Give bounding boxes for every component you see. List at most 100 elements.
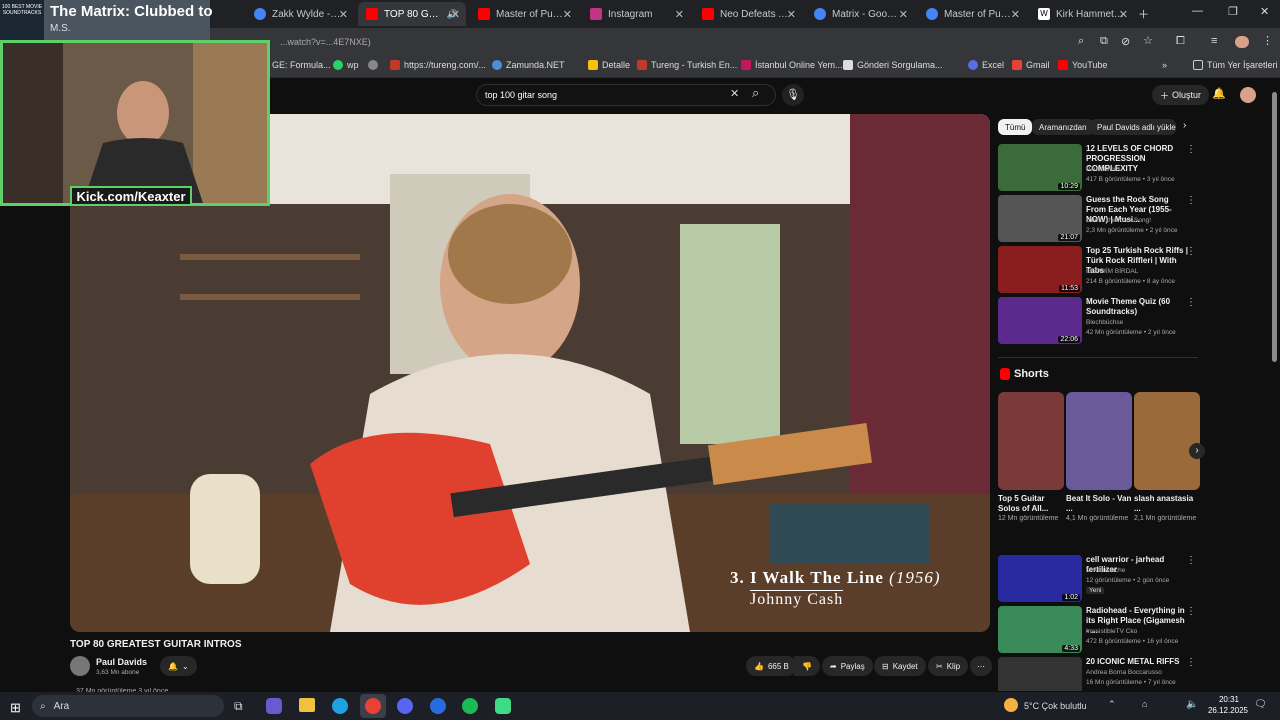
clear-search-icon[interactable]: ✕: [730, 87, 739, 100]
close-icon[interactable]: ✕: [675, 8, 684, 21]
recommendation-item[interactable]: 4:33 Radiohead - Everything in its Right…: [998, 606, 1198, 654]
chevron-right-icon[interactable]: »: [1162, 60, 1167, 70]
more-options-icon[interactable]: ⋮: [1186, 606, 1196, 617]
windows-start-icon[interactable]: ⊞: [10, 700, 21, 716]
menu-lines-icon[interactable]: ≡: [1211, 35, 1217, 47]
avatar[interactable]: [1240, 87, 1256, 103]
kebab-menu-icon[interactable]: ⋮: [1262, 34, 1273, 47]
channel-name[interactable]: Paul Davids: [96, 657, 147, 667]
create-button[interactable]: ＋ Oluştur: [1152, 85, 1210, 105]
bookmark[interactable]: GE: Formula...: [272, 60, 331, 70]
eye-off-icon[interactable]: ⊘: [1121, 35, 1130, 48]
microphone-icon[interactable]: 🎙: [782, 84, 804, 106]
search-icon[interactable]: ⌕: [752, 85, 759, 101]
browser-tab-active[interactable]: TOP 80 GREA🔊✕: [358, 2, 466, 26]
bookmark[interactable]: wp: [333, 60, 359, 70]
subscribed-bell-button[interactable]: 🔔 ⌄: [160, 656, 197, 676]
extensions-icon[interactable]: ⧠: [1176, 35, 1185, 48]
share-button[interactable]: ➦ Paylaş: [822, 656, 873, 676]
new-tab-icon[interactable]: ＋: [1138, 6, 1149, 22]
bookmark[interactable]: Detalle: [588, 60, 630, 70]
more-options-icon[interactable]: ⋮: [1186, 555, 1196, 566]
recommendation-item[interactable]: 10:29 12 LEVELS OF CHORD PROGRESSION COM…: [998, 144, 1198, 192]
url-field[interactable]: ...watch?v=...4E7NXE): [280, 37, 371, 47]
chip-from-search[interactable]: Aramanızdan: [1032, 119, 1094, 135]
bookmark[interactable]: Zamunda.NET: [492, 60, 565, 70]
file-explorer-icon[interactable]: [299, 698, 315, 712]
all-bookmarks[interactable]: Tüm Yer İşaretleri: [1193, 60, 1278, 70]
chip-all[interactable]: Tümü: [998, 119, 1033, 135]
short-item[interactable]: Beat It Solo - Van ... 4,1 Mn görüntülem…: [1066, 392, 1132, 522]
next-arrow-icon[interactable]: ›: [1189, 443, 1205, 459]
more-actions-button[interactable]: ⋯: [970, 656, 992, 676]
star-icon[interactable]: ☆: [1143, 34, 1153, 47]
more-options-icon[interactable]: ⋮: [1186, 657, 1196, 668]
scrollbar-thumb[interactable]: [1272, 92, 1277, 362]
minimize-icon[interactable]: —: [1192, 5, 1203, 17]
app-icon[interactable]: [495, 698, 511, 714]
maximize-icon[interactable]: ❐: [1228, 5, 1238, 18]
save-button[interactable]: ⊟ Kaydet: [874, 656, 926, 676]
zoom-icon[interactable]: ⌕: [1078, 35, 1084, 48]
discord-icon[interactable]: [397, 698, 413, 714]
bookmark[interactable]: İstanbul Online Yem...: [741, 60, 843, 70]
app-icon[interactable]: [430, 698, 446, 714]
short-item[interactable]: Top 5 Guitar Solos of All... 12 Mn görün…: [998, 392, 1064, 522]
edge-icon[interactable]: [332, 698, 348, 714]
bell-icon[interactable]: 🔔: [1212, 87, 1226, 100]
close-icon[interactable]: ✕: [1119, 8, 1128, 21]
close-icon[interactable]: ✕: [563, 8, 572, 21]
bookmark[interactable]: Gönderi Sorgulama...: [843, 60, 943, 70]
weather-text[interactable]: 5°C Çok bulutlu: [1024, 701, 1087, 711]
chevron-right-icon[interactable]: ›: [1183, 120, 1186, 131]
bookmark[interactable]: Excel: [968, 60, 1004, 70]
bookmark[interactable]: Tureng - Turkish En...: [637, 60, 737, 70]
copilot-icon[interactable]: [266, 698, 282, 714]
bookmark[interactable]: YouTube: [1058, 60, 1107, 70]
bookmark[interactable]: Gmail: [1012, 60, 1050, 70]
notification-icon[interactable]: 🗨: [1254, 699, 1267, 710]
browser-tab[interactable]: Zakk Wylde - Goo✕: [246, 2, 354, 26]
close-icon[interactable]: ✕: [899, 8, 908, 21]
recommendation-item[interactable]: 1:02 cell warrior - jarhead fertilizer M…: [998, 555, 1198, 603]
channel-avatar[interactable]: [70, 656, 90, 676]
browser-tab[interactable]: Matrix - Google'd ✕: [806, 2, 914, 26]
close-icon[interactable]: ✕: [787, 8, 796, 21]
install-icon[interactable]: ⧉: [1100, 35, 1108, 48]
chevron-up-icon[interactable]: ⌃: [1108, 699, 1116, 710]
close-window-icon[interactable]: ✕: [1260, 5, 1269, 18]
more-options-icon[interactable]: ⋮: [1186, 144, 1196, 155]
more-options-icon[interactable]: ⋮: [1186, 297, 1196, 308]
clock-date[interactable]: 26.12.2025: [1204, 706, 1252, 715]
google-icon: [926, 8, 938, 20]
clip-button[interactable]: ✂ Klip: [928, 656, 969, 676]
short-item[interactable]: slash anastasia ... 2,1 Mn görüntüleme: [1134, 392, 1200, 522]
browser-tab[interactable]: Master of Puppets✕: [470, 2, 578, 26]
bookmark[interactable]: https://tureng.com/...: [390, 60, 486, 70]
clock-time[interactable]: 20:31: [1212, 695, 1246, 704]
browser-tab[interactable]: Master of Puppets✕: [918, 2, 1026, 26]
recommendation-item[interactable]: 20 ICONIC METAL RIFFS Andrea Borna Bocca…: [998, 657, 1198, 691]
like-button[interactable]: 👍 665 B: [746, 656, 797, 676]
browser-tab[interactable]: Instagram ✕: [582, 2, 690, 26]
close-icon[interactable]: ✕: [339, 8, 348, 21]
dislike-button[interactable]: 👎: [794, 656, 820, 676]
recommendation-item[interactable]: 22:06 Movie Theme Quiz (60 Soundtracks) …: [998, 297, 1198, 345]
bookmark[interactable]: [368, 60, 378, 70]
recommendation-item[interactable]: 21:07 Guess the Rock Song From Each Year…: [998, 195, 1198, 243]
spotify-icon[interactable]: [462, 698, 478, 714]
chrome-icon[interactable]: [365, 698, 381, 714]
close-icon[interactable]: ✕: [1011, 8, 1020, 21]
more-options-icon[interactable]: ⋮: [1186, 246, 1196, 257]
volume-icon[interactable]: 🔈: [1186, 699, 1198, 710]
more-options-icon[interactable]: ⋮: [1186, 195, 1196, 206]
browser-tab[interactable]: Neo Defeats Agen✕: [694, 2, 802, 26]
chip-uploader[interactable]: Paul Davids adlı yükleyic: [1090, 119, 1176, 135]
task-view-icon[interactable]: ⧉: [234, 699, 243, 714]
recommendation-item[interactable]: 11:53 Top 25 Turkish Rock Riffs | Türk R…: [998, 246, 1198, 294]
profile-avatar[interactable]: [1235, 36, 1249, 48]
network-icon[interactable]: ⌂: [1142, 699, 1147, 709]
taskbar-search[interactable]: ⌕ Ara: [32, 695, 224, 717]
browser-tab[interactable]: WKirk Hammett - Vi✕: [1030, 2, 1134, 26]
close-icon[interactable]: ✕: [451, 8, 460, 21]
